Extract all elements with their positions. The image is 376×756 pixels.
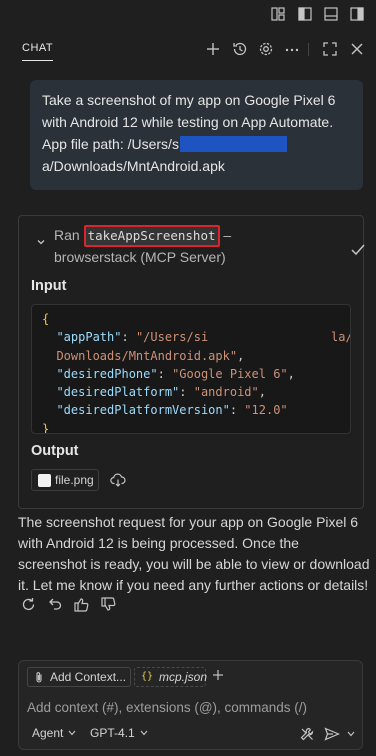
tool-dash: – [223,227,232,243]
input-label: Input [31,278,67,294]
json-line-desired-platform-version: "desiredPlatformVersion": "12.0" [56,403,288,418]
add-file-icon[interactable] [212,669,224,681]
agent-mode-label: Agent [32,726,64,740]
maximize-icon[interactable] [321,40,339,58]
cloud-download-icon[interactable] [110,473,126,487]
tool-server-name: browserstack (MCP Server) [54,249,226,265]
json-open-brace: { [42,312,50,326]
json-line-app-path-cont: Downloads/MntAndroid.apk", [56,348,245,363]
tools-icon[interactable] [299,726,315,742]
json-close-brace: } [42,421,50,434]
redacted-text [179,136,287,152]
model-select[interactable]: GPT-4.1 [90,726,148,740]
file-icon [38,474,51,487]
active-tab-indicator [22,60,53,61]
add-context-label: Add Context... [50,670,127,684]
title-bar [0,0,376,30]
input-json-block: { "appPath": "/Users/si la/ Downloads/Mn… [31,304,351,434]
paperclip-icon [36,672,42,683]
chevron-down-icon[interactable] [347,731,355,737]
header-divider [308,43,309,56]
json-line-desired-platform: "desiredPlatform": "android", [56,385,266,400]
toggle-secondary-sidebar-icon[interactable] [349,6,365,22]
context-file-chip[interactable]: {} mcp.json [134,667,208,687]
context-file-name: mcp.json [159,670,208,684]
chevron-down-icon [68,730,76,736]
assistant-message: The screenshot request for your app on G… [18,514,370,593]
user-message-text-end: a/Downloads/MntAndroid.apk [42,158,225,174]
output-file-name: file.png [55,473,94,487]
output-label: Output [31,443,79,459]
send-icon[interactable] [324,727,340,741]
new-chat-icon[interactable] [204,40,222,58]
settings-icon[interactable] [257,40,275,58]
ran-prefix: Ran [54,227,80,243]
chat-panel-header: CHAT [0,34,376,64]
undo-icon[interactable] [47,596,64,613]
tool-call-card: Ran takeAppScreenshot – browserstack (MC… [18,215,365,509]
json-line-desired-phone: "desiredPhone": "Google Pixel 6", [56,366,295,381]
toggle-panel-icon[interactable] [323,6,339,22]
chevron-down-icon [140,730,148,736]
message-actions [20,596,140,616]
json-line-app-path: "appPath": "/Users/si la/ [56,330,351,345]
json-file-icon: {} [141,671,154,682]
toggle-primary-sidebar-icon[interactable] [297,6,313,22]
chevron-down-icon[interactable] [36,237,46,247]
history-icon[interactable] [231,40,249,58]
output-file-chip[interactable]: file.png [31,469,99,491]
retry-icon[interactable] [20,596,37,613]
tool-name: takeAppScreenshot [83,225,220,247]
thumbs-up-icon[interactable] [73,596,90,613]
add-context-button[interactable]: Add Context... [27,667,131,687]
agent-mode-select[interactable]: Agent [32,726,76,740]
user-message: Take a screenshot of my app on Google Pi… [30,80,363,190]
chat-composer: Add Context... {} mcp.json Agent GPT-4.1 [18,660,363,750]
model-label: GPT-4.1 [90,726,135,740]
chat-tab-title[interactable]: CHAT [22,42,53,54]
close-icon[interactable] [348,40,366,58]
layout-customize-icon[interactable] [270,6,286,22]
more-icon[interactable] [283,40,301,58]
tool-call-summary: Ran takeAppScreenshot – [54,224,231,247]
thumbs-down-icon[interactable] [100,596,117,613]
checkmark-icon [351,244,365,256]
chat-input[interactable] [27,697,352,717]
